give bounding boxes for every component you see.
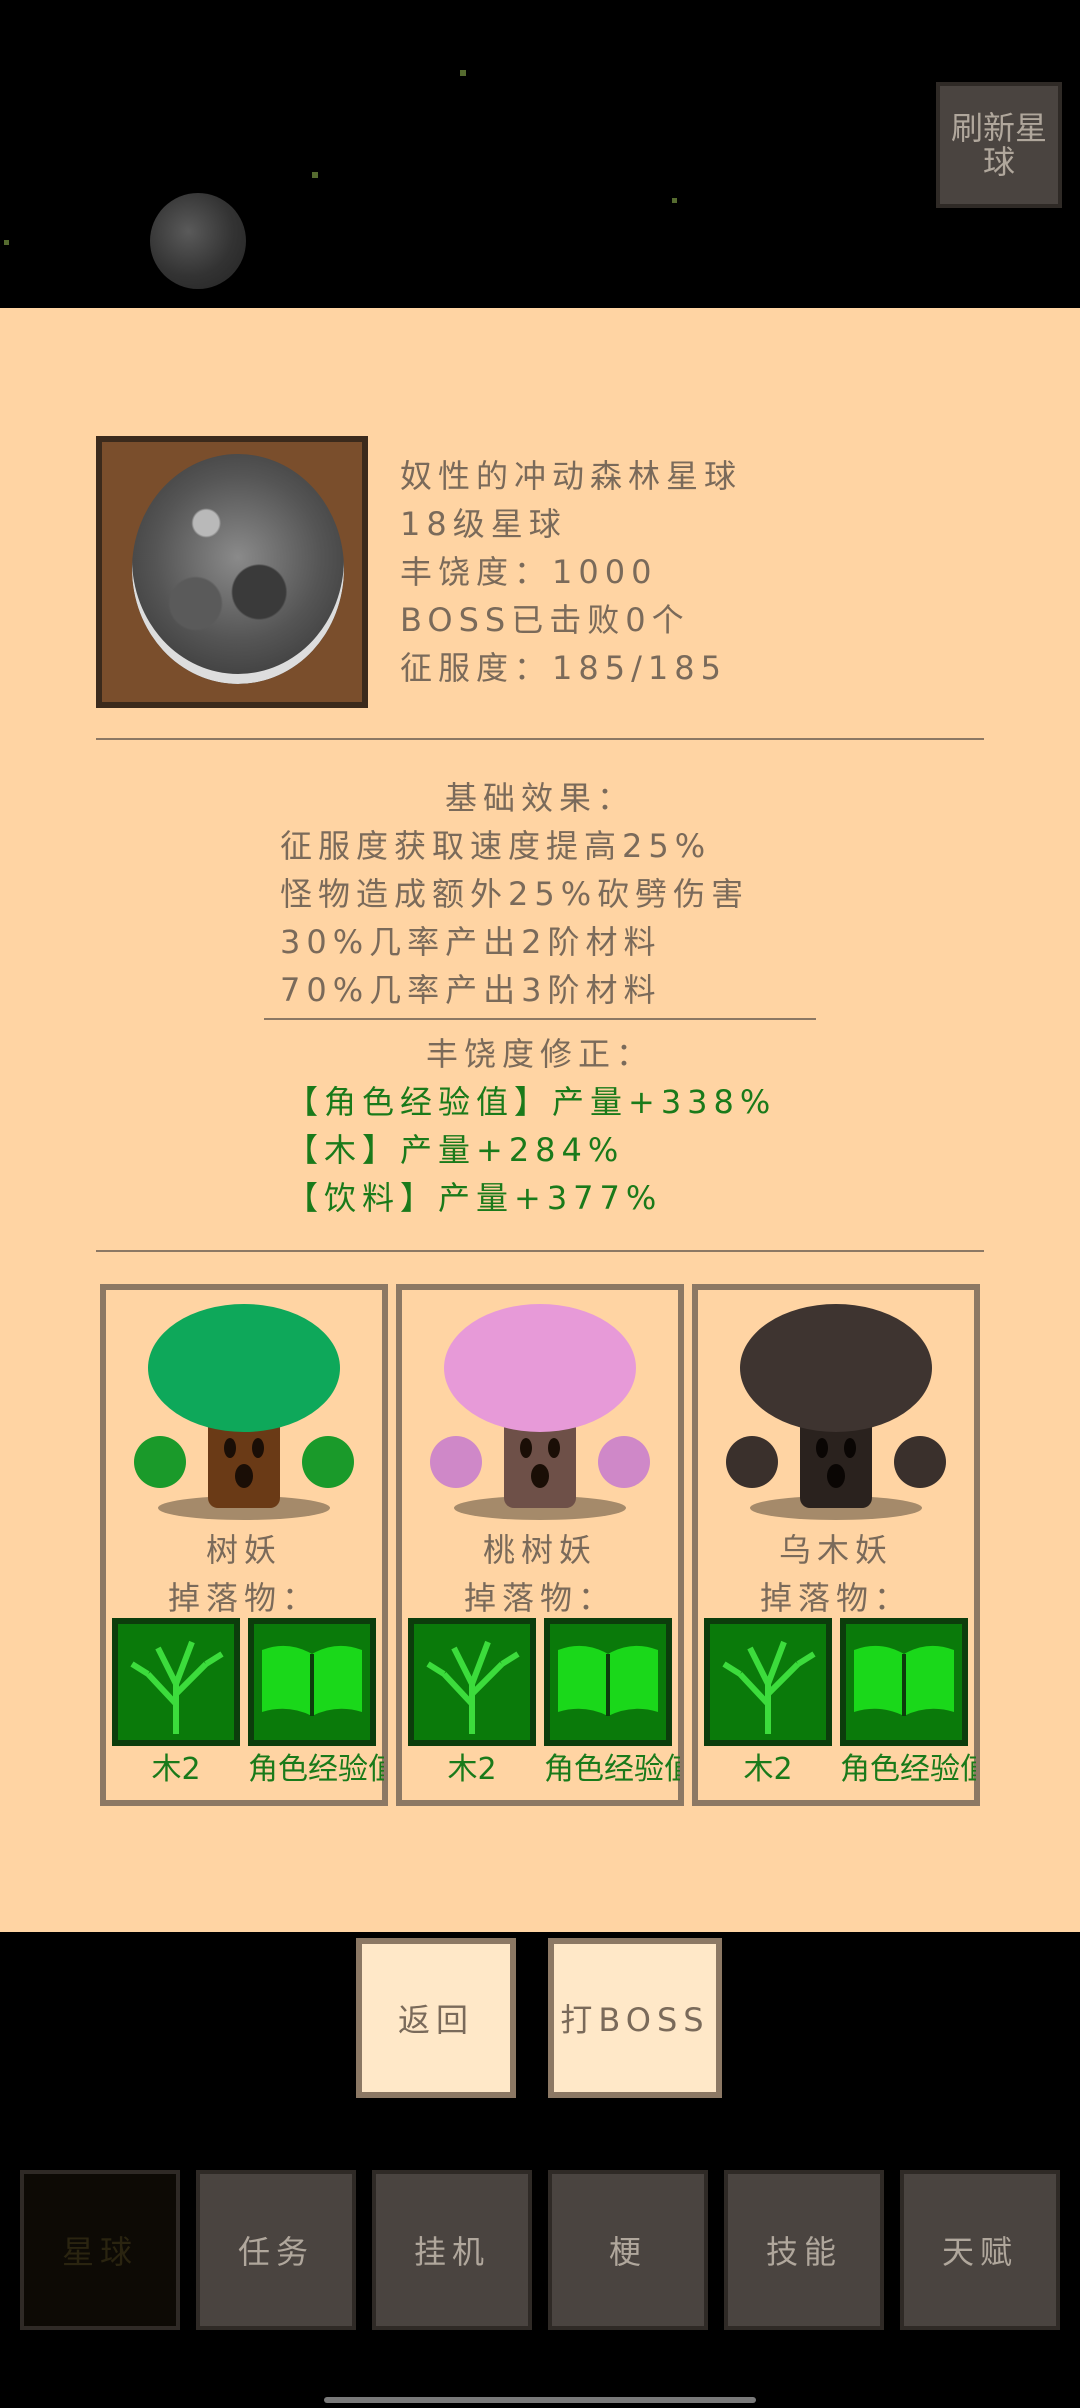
- star: [672, 198, 677, 203]
- nav-label: 星球: [61, 2233, 138, 2271]
- exp-item[interactable]: [544, 1618, 672, 1746]
- wood-item[interactable]: [704, 1618, 832, 1746]
- effect-line: 70%几率产出3阶材料: [280, 971, 662, 1009]
- refresh-planet-button[interactable]: 刷新星球: [936, 82, 1062, 208]
- tree-item-icon: [426, 1640, 520, 1734]
- monster-name: 树妖: [205, 1531, 282, 1569]
- nav-tasks[interactable]: 任务: [196, 2170, 356, 2330]
- wood-item[interactable]: [112, 1618, 240, 1746]
- star: [460, 70, 466, 76]
- monster-card[interactable]: 树妖 掉落物： 木2 角色经验值: [100, 1284, 388, 1806]
- planet-icon: [132, 454, 344, 684]
- nav-label: 梗: [608, 2233, 647, 2271]
- exp-item[interactable]: [248, 1618, 376, 1746]
- tree-monster-icon: [134, 1304, 354, 1520]
- item-label: 角色经验值: [544, 1752, 680, 1787]
- monster-name: 乌木妖: [778, 1531, 893, 1569]
- mod-line: 【角色经验值】产量+338%: [286, 1083, 777, 1121]
- planet-level: 18级星球: [400, 505, 567, 543]
- planet-thumbnail: [96, 436, 368, 708]
- base-effects-title: 基础效果：: [444, 779, 635, 817]
- planet-richness: 丰饶度：1000: [400, 553, 658, 591]
- back-label: 返回: [397, 2001, 474, 2039]
- book-icon: [854, 1645, 954, 1716]
- effect-line: 怪物造成额外25%砍劈伤害: [280, 875, 750, 913]
- item-label: 木2: [447, 1752, 497, 1787]
- space-view: 刷新星球: [0, 0, 1080, 308]
- drop-label: 掉落物：: [167, 1579, 320, 1617]
- nav-label: 技能: [765, 2233, 842, 2271]
- fight-boss-button[interactable]: 打BOSS: [548, 1938, 722, 2098]
- planet-conquest: 征服度：185/185: [400, 649, 727, 687]
- tree-monster-icon: [726, 1304, 946, 1520]
- nav-idle[interactable]: 挂机: [372, 2170, 532, 2330]
- wood-item[interactable]: [408, 1618, 536, 1746]
- divider: [264, 1018, 816, 1020]
- monster-name: 桃树妖: [482, 1531, 597, 1569]
- mod-line: 【木】产量+284%: [286, 1131, 625, 1169]
- richness-mods-list: 【角色经验值】产量+338% 【木】产量+284% 【饮料】产量+377%: [286, 1078, 776, 1222]
- home-indicator[interactable]: [324, 2397, 756, 2403]
- tree-monster-icon: [430, 1304, 650, 1520]
- nav-talents[interactable]: 天赋: [900, 2170, 1060, 2330]
- effect-line: 30%几率产出2阶材料: [280, 923, 662, 961]
- nav-planet[interactable]: 星球: [20, 2170, 180, 2330]
- nav-label: 天赋: [941, 2233, 1018, 2271]
- tree-item-icon: [130, 1640, 224, 1734]
- drop-label: 掉落物：: [759, 1579, 912, 1617]
- planet-name: 奴性的冲动森林星球: [400, 457, 743, 495]
- item-label: 角色经验值: [840, 1752, 976, 1787]
- drop-label: 掉落物：: [463, 1579, 616, 1617]
- refresh-planet-label: 刷新星球: [950, 109, 1047, 181]
- fight-boss-label: 打BOSS: [560, 2001, 710, 2039]
- planet-info: 奴性的冲动森林星球 18级星球 丰饶度：1000 BOSS已击败0个 征服度：1…: [400, 452, 742, 692]
- book-icon: [262, 1645, 362, 1716]
- monster-card[interactable]: 桃树妖 掉落物： 木2 角色经验值: [396, 1284, 684, 1806]
- tree-item-icon: [722, 1640, 816, 1734]
- planet-boss-count: BOSS已击败0个: [400, 601, 690, 639]
- monster-card[interactable]: 乌木妖 掉落物： 木2 角色经验值: [692, 1284, 980, 1806]
- mod-line: 【饮料】产量+377%: [286, 1179, 663, 1217]
- richness-mods-title: 丰饶度修正：: [425, 1035, 654, 1073]
- moon-icon[interactable]: [150, 193, 246, 289]
- divider: [96, 1250, 984, 1252]
- nav-skills[interactable]: 技能: [724, 2170, 884, 2330]
- item-label: 木2: [151, 1752, 201, 1787]
- book-icon: [558, 1645, 658, 1716]
- back-button[interactable]: 返回: [356, 1938, 516, 2098]
- item-label: 木2: [743, 1752, 793, 1787]
- star: [312, 172, 318, 178]
- base-effects-list: 征服度获取速度提高25% 怪物造成额外25%砍劈伤害 30%几率产出2阶材料 7…: [280, 822, 749, 1014]
- divider: [96, 738, 984, 740]
- star: [4, 240, 9, 245]
- exp-item[interactable]: [840, 1618, 968, 1746]
- nav-label: 挂机: [413, 2233, 490, 2271]
- nav-meme[interactable]: 梗: [548, 2170, 708, 2330]
- item-label: 角色经验值: [248, 1752, 384, 1787]
- effect-line: 征服度获取速度提高25%: [280, 827, 712, 865]
- nav-label: 任务: [237, 2233, 314, 2271]
